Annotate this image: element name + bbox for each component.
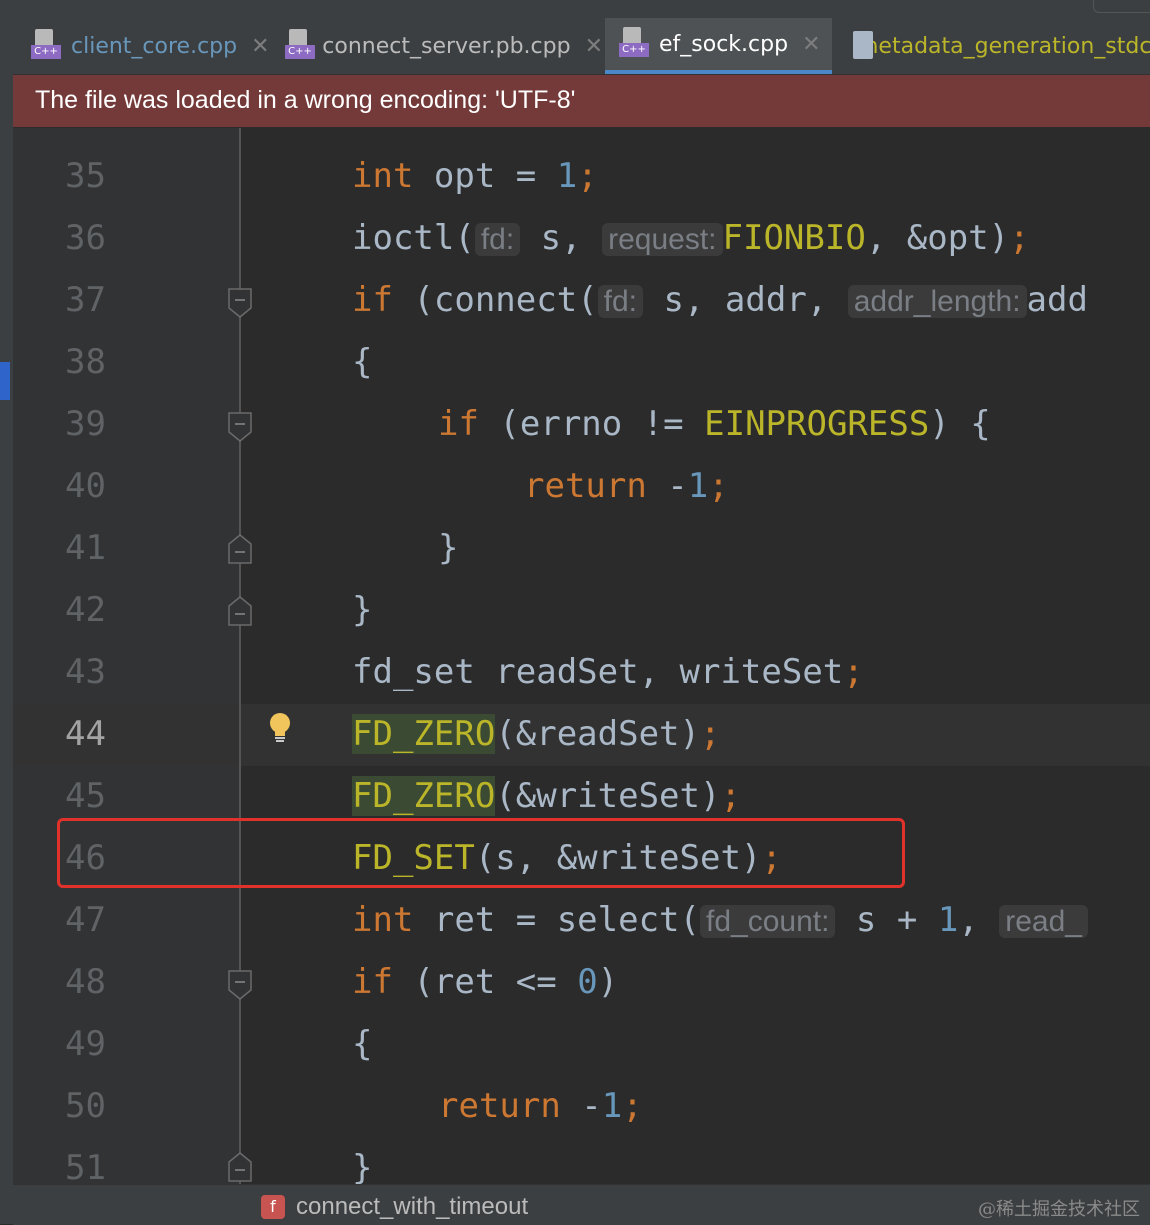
code-line[interactable]: 38 { [13,332,1150,394]
code-text: } [438,528,459,568]
code-line[interactable]: 50 return -1; [13,1076,1150,1138]
left-tool-strip [0,0,13,1224]
line-number: 47 [65,900,106,940]
parameter-hint: fd_count: [700,905,836,938]
function-icon: f [261,1195,285,1219]
left-scroll-marker [0,362,10,400]
code-line[interactable]: 42 } [13,580,1150,642]
line-number: 36 [65,218,106,258]
code-text: { [352,342,373,382]
code-text: int opt = 1; [352,156,598,196]
lightbulb-icon[interactable] [267,712,293,744]
code-line[interactable]: 47 int ret = select(fd_count: s + 1, rea… [13,890,1150,952]
parameter-hint: fd: [597,285,644,318]
tab-label: connect_server.pb.cpp [322,33,571,59]
code-line[interactable]: 36 ioctl(fd: s, request: FIONBIO, &opt); [13,208,1150,270]
line-number: 35 [65,156,106,196]
close-icon[interactable]: ✕ [802,32,820,57]
code-line[interactable]: 40 return -1; [13,456,1150,518]
code-line-current[interactable]: 44 FD_ZERO(&readSet); [13,704,1150,766]
code-text: return -1; [524,466,729,506]
code-text: ioctl(fd: s, request: FIONBIO, &opt); [352,218,1030,258]
code-text: FD_ZERO(&writeSet); [352,776,741,816]
line-number: 38 [65,342,106,382]
parameter-hint: request: [602,223,723,256]
code-text: fd_set readSet, writeSet; [352,652,864,692]
code-line[interactable]: 49 { [13,1014,1150,1076]
fold-collapse-icon[interactable] [228,288,252,318]
code-line[interactable]: 43 fd_set readSet, writeSet; [13,642,1150,704]
watermark: @稀土掘金技术社区 [978,1199,1140,1220]
tab-metadata-generation[interactable]: metadata_generation_stdc [849,18,1150,74]
parameter-hint: addr_length: [847,285,1027,318]
line-number: 37 [65,280,106,320]
line-number: 48 [65,962,106,1002]
breadcrumb-status-bar: f connect_with_timeout @稀土掘金技术社区 [13,1184,1150,1225]
fold-end-icon[interactable] [228,534,252,564]
fold-end-icon[interactable] [228,596,252,626]
code-text: if (connect(fd: s, addr, addr_length: add [352,280,1088,320]
code-text: } [352,590,373,630]
code-text: } [352,1148,373,1184]
line-number: 39 [65,404,106,444]
top-toolbar-strip [13,0,1150,18]
tab-label: client_core.cpp [71,33,238,59]
encoding-warning-text: The file was loaded in a wrong encoding:… [35,86,576,114]
line-number: 41 [65,528,106,568]
line-number: 45 [65,776,106,816]
code-text: if (ret <= 0) [352,962,619,1002]
fold-collapse-icon[interactable] [228,970,252,1000]
code-text: { [352,1024,373,1064]
tab-connect-server[interactable]: C++ connect_server.pb.cpp ✕ [285,18,603,74]
tab-label: metadata_generation_stdc [857,33,1150,59]
line-number: 43 [65,652,106,692]
encoding-warning-banner: The file was loaded in a wrong encoding:… [13,75,1150,127]
code-text: int ret = select(fd_count: s + 1, read_ [352,898,1088,944]
line-number: 50 [65,1086,106,1126]
line-number: 49 [65,1024,106,1064]
toolbar-widget[interactable] [1093,0,1150,13]
line-number: 42 [65,590,106,630]
code-text: if (errno != EINPROGRESS) { [438,404,991,444]
close-icon[interactable]: ✕ [585,34,603,59]
parameter-hint: fd: [474,223,521,256]
fold-collapse-icon[interactable] [228,412,252,442]
breadcrumb-function[interactable]: connect_with_timeout [296,1193,528,1221]
line-number: 40 [65,466,106,506]
line-number: 44 [65,714,106,754]
cpp-file-icon: C++ [285,29,315,63]
highlight-annotation-box [57,818,905,888]
code-line[interactable]: 37 if (connect(fd: s, addr, addr_length:… [13,270,1150,332]
code-line[interactable]: 35 int opt = 1; [13,146,1150,208]
code-line[interactable]: 51 } [13,1138,1150,1184]
line-number: 51 [65,1148,106,1184]
close-icon[interactable]: ✕ [251,34,269,59]
tab-label: ef_sock.cpp [659,31,789,57]
code-line[interactable]: 39 if (errno != EINPROGRESS) { [13,394,1150,456]
cpp-file-icon: C++ [619,27,651,61]
cpp-file-icon: C++ [31,29,63,63]
parameter-hint: read_ [999,905,1088,938]
code-line[interactable]: 41 } [13,518,1150,580]
code-text: FD_ZERO(&readSet); [352,714,721,754]
tab-client-core[interactable]: C++ client_core.cpp ✕ [31,18,293,74]
code-line[interactable]: 48 if (ret <= 0) [13,952,1150,1014]
fold-end-icon[interactable] [228,1152,252,1182]
code-text: return -1; [438,1086,643,1126]
editor-tab-bar: C++ client_core.cpp ✕ C++ connect_server… [13,18,1150,75]
tab-ef-sock[interactable]: C++ ef_sock.cpp ✕ [605,18,832,74]
